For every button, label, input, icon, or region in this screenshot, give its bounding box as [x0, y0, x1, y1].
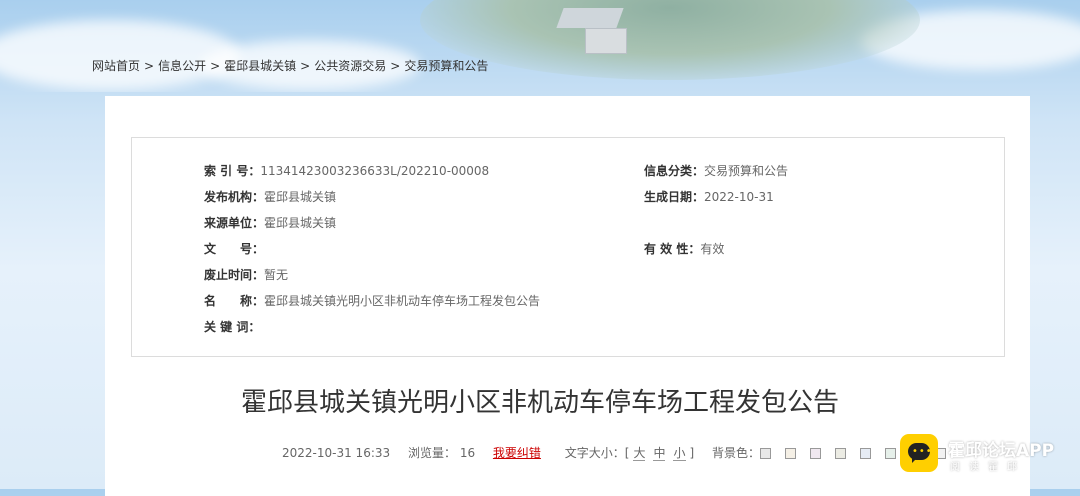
view-count-label: 浏览量：: [407, 446, 456, 460]
font-size-large[interactable]: 大: [633, 446, 646, 461]
meta-docno-row: 文 号：: [204, 242, 265, 256]
view-count-value: 16: [459, 446, 476, 460]
breadcrumb-home[interactable]: 网站首页: [92, 59, 140, 73]
meta-publisher-row: 发布机构：霍邱县城关镇: [204, 190, 337, 204]
meta-source-row: 来源单位：霍邱县城关镇: [204, 216, 337, 230]
meta-expiry-row: 废止时间：暂无: [204, 268, 289, 282]
header-banner: [0, 0, 1080, 92]
app-tagline: 阅读霍邱: [950, 462, 1026, 473]
publish-datetime: 2022-10-31 16:33: [282, 446, 391, 460]
banner-building-image: [585, 28, 627, 54]
meta-keywords-row: 关 键 词：: [204, 320, 261, 334]
bg-color-swatch[interactable]: [835, 448, 847, 459]
font-size-small[interactable]: 小: [673, 446, 686, 461]
meta-date-row: 生成日期：2022-10-31: [644, 190, 774, 204]
bg-color-swatch[interactable]: [885, 448, 897, 459]
breadcrumb-info-public[interactable]: 信息公开: [158, 59, 206, 73]
bg-color-swatch[interactable]: [860, 448, 872, 459]
breadcrumb-public-resources[interactable]: 公共资源交易: [314, 59, 386, 73]
banner-island-image: [420, 0, 920, 80]
breadcrumb-current[interactable]: 交易预算和公告: [404, 59, 488, 73]
bg-color-swatch[interactable]: [810, 448, 822, 459]
breadcrumb: 网站首页 > 信息公开 > 霍邱县城关镇 > 公共资源交易 > 交易预算和公告: [92, 59, 489, 73]
breadcrumb-town[interactable]: 霍邱县城关镇: [224, 59, 296, 73]
meta-name-row: 名 称：霍邱县城关镇光明小区非机动车停车场工程发包公告: [204, 294, 541, 308]
bg-color-swatch[interactable]: [760, 448, 772, 459]
article-title: 霍邱县城关镇光明小区非机动车停车场工程发包公告: [240, 388, 839, 418]
chat-bubble-icon: •••: [900, 434, 938, 472]
metadata-box: 索 引 号：11341423003236633L/202210-00008 信息…: [131, 137, 1005, 357]
font-size-control: 文字大小：[大中小]: [564, 446, 695, 461]
article-info-bar: 2022-10-31 16:33 浏览量： 16 我要纠错 文字大小：[大中小]…: [282, 444, 974, 461]
app-watermark: ••• 霍邱论坛APP 阅读霍邱: [900, 432, 1080, 489]
meta-validity-row: 有 效 性：有效: [644, 242, 725, 256]
font-size-medium[interactable]: 中: [653, 446, 666, 461]
meta-index-row: 索 引 号：11341423003236633L/202210-00008: [204, 164, 490, 178]
report-error-link[interactable]: 我要纠错: [493, 446, 541, 460]
view-count: 浏览量： 16: [408, 446, 475, 460]
meta-category-row: 信息分类：交易预算和公告: [644, 164, 789, 178]
bg-color-swatch[interactable]: [785, 448, 797, 459]
